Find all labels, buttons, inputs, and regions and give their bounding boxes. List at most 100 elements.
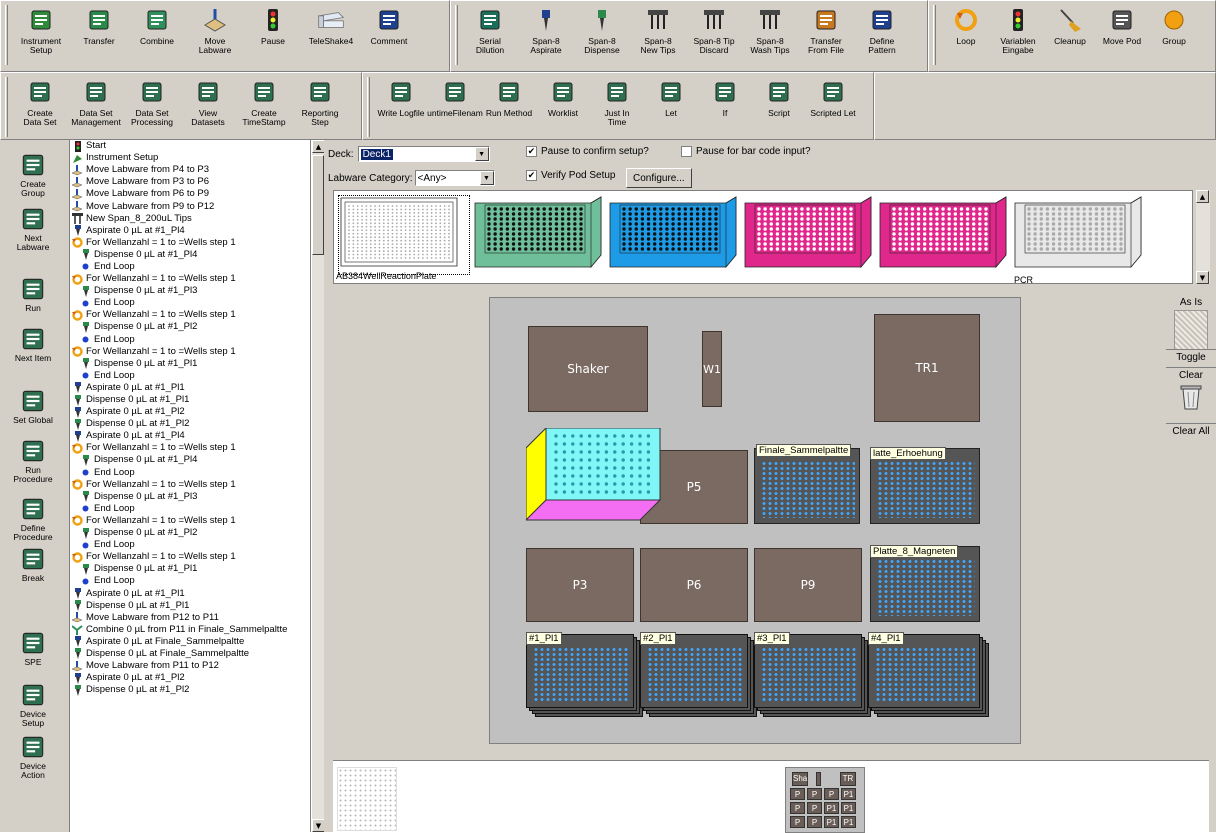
minimap-site[interactable]: P1 [824, 802, 839, 814]
toolbar-button-runtime-filename[interactable]: untimeFilenam [427, 75, 483, 139]
tree-step[interactable]: End Loop [70, 297, 310, 309]
toolbar-button-transfer-file[interactable]: Transfer From File [798, 3, 854, 71]
chevron-down-icon[interactable]: ▼ [474, 147, 489, 161]
sidebar-button-device-setup[interactable]: Device Setup [0, 680, 66, 728]
verify-pod-checkbox[interactable]: ✔ [526, 170, 537, 181]
tree-step[interactable]: Start [70, 140, 310, 152]
minimap-site[interactable]: P1 [841, 788, 856, 800]
tree-step[interactable]: Aspirate 0 µL at #1_Pl2 [70, 672, 310, 684]
toolbar-grip[interactable] [455, 5, 458, 65]
toolbar-button-transfer[interactable]: Transfer [70, 3, 128, 71]
palette-labware-item[interactable] [338, 195, 470, 275]
palette-labware-item[interactable] [1013, 195, 1145, 275]
pause-barcode-checkbox[interactable] [681, 146, 692, 157]
sidebar-button-next-item[interactable]: Next Item [0, 324, 66, 363]
tree-step[interactable]: Dispense 0 µL at #1_Pl2 [70, 527, 310, 539]
minimap-site[interactable]: P1 [841, 802, 856, 814]
verify-pod-option[interactable]: ✔ Verify Pod Setup [526, 170, 616, 181]
scroll-down-arrow-icon[interactable]: ▼ [1196, 271, 1209, 284]
toolbar-button-reporting[interactable]: Reporting Step [292, 75, 348, 139]
plate-stack-top[interactable] [526, 634, 634, 708]
toolbar-button-aspirate[interactable]: Span-8 Aspirate [518, 3, 574, 71]
toolbar-button-just-in-time[interactable]: Just In Time [590, 75, 644, 139]
sidebar-button-set-global[interactable]: Set Global [0, 386, 66, 425]
plate-stack-top[interactable] [868, 634, 980, 708]
tree-scrollbar[interactable]: ▲ ▼ [311, 140, 325, 832]
tree-step[interactable]: For Wellanzahl = 1 to =Wells step 1 [70, 551, 310, 563]
minimap-site[interactable]: P1 [841, 816, 856, 828]
deck-minimap[interactable]: Sha TR P P P P1 P P P1 P1 P P P1 P1 [785, 767, 865, 833]
palette-labware-item[interactable] [473, 195, 605, 275]
tree-step[interactable]: End Loop [70, 503, 310, 515]
tree-step[interactable]: Dispense 0 µL at #1_Pl4 [70, 249, 310, 261]
tree-step[interactable]: Dispense 0 µL at #1_Pl3 [70, 285, 310, 297]
tree-step[interactable]: Dispense 0 µL at Finale_Sammelpaltte [70, 648, 310, 660]
tree-step[interactable]: Move Labware from P3 to P6 [70, 176, 310, 188]
site-w1[interactable]: W1 [702, 331, 722, 407]
tree-step[interactable]: For Wellanzahl = 1 to =Wells step 1 [70, 273, 310, 285]
tree-step[interactable]: Aspirate 0 µL at #1_Pl2 [70, 406, 310, 418]
pause-confirm-checkbox[interactable]: ✔ [526, 146, 537, 157]
labware-category-combo[interactable]: <Any> ▼ [414, 170, 495, 186]
toolbar-button-run-method[interactable]: Run Method [482, 75, 536, 139]
toolbar-button-define-pattern[interactable]: Define Pattern [854, 3, 910, 71]
toolbar-button-script[interactable]: Script [752, 75, 806, 139]
tree-step[interactable]: Dispense 0 µL at #1_Pl2 [70, 684, 310, 696]
sidebar-button-break[interactable]: Break [0, 544, 66, 583]
tree-step[interactable]: End Loop [70, 261, 310, 273]
tree-step[interactable]: Dispense 0 µL at #1_Pl2 [70, 321, 310, 333]
minimap-site[interactable]: P [807, 802, 822, 814]
tree-step[interactable]: For Wellanzahl = 1 to =Wells step 1 [70, 309, 310, 321]
toolbar-grip[interactable] [367, 77, 370, 137]
clear-all-tool[interactable]: Clear All [1166, 423, 1216, 437]
toolbar-button-wash-tips[interactable]: Span-8 Wash Tips [742, 3, 798, 71]
palette-labware-item[interactable] [743, 195, 875, 275]
toolbar-button-comment[interactable]: Comment [360, 3, 418, 71]
toolbar-button-worklist[interactable]: Worklist [536, 75, 590, 139]
toolbar-button-create-dataset[interactable]: Create Data Set [12, 75, 68, 139]
deck-combo[interactable]: Deck1 ▼ [357, 146, 490, 162]
pause-barcode-option[interactable]: Pause for bar code input? [681, 146, 811, 157]
toolbar-button-if[interactable]: If [698, 75, 752, 139]
sidebar-button-define-procedure[interactable]: Define Procedure [0, 494, 66, 542]
tree-step[interactable]: Dispense 0 µL at #1_Pl1 [70, 394, 310, 406]
toolbar-grip[interactable] [5, 5, 8, 65]
scroll-up-arrow-icon[interactable]: ▲ [1196, 190, 1209, 203]
minimap-site[interactable]: P [807, 816, 822, 828]
toolbar-button-teleshake[interactable]: TeleShake4 [302, 3, 360, 71]
tree-step[interactable]: For Wellanzahl = 1 to =Wells step 1 [70, 237, 310, 249]
tree-step[interactable]: Aspirate 0 µL at #1_Pl1 [70, 587, 310, 600]
toolbar-button-dataset-processing[interactable]: Data Set Processing [124, 75, 180, 139]
tree-step[interactable]: Move Labware from P6 to P9 [70, 188, 310, 200]
tree-step[interactable]: For Wellanzahl = 1 to =Wells step 1 [70, 515, 310, 527]
minimap-site[interactable]: TR [840, 772, 856, 786]
toolbar-button-move-pod[interactable]: Move Pod [1096, 3, 1148, 71]
sidebar-button-run-procedure[interactable]: Run Procedure [0, 436, 66, 484]
tree-step[interactable]: For Wellanzahl = 1 to =Wells step 1 [70, 442, 310, 454]
site-shaker[interactable]: Shaker [528, 326, 648, 412]
site-p3[interactable]: P3 [526, 548, 634, 622]
tree-step[interactable]: Dispense 0 µL at #1_Pl1 [70, 563, 310, 575]
selected-3d-plate[interactable] [526, 428, 662, 526]
minimap-site[interactable]: P1 [824, 816, 839, 828]
minimap-site[interactable]: P [790, 788, 805, 800]
plate-stack-top[interactable] [754, 634, 862, 708]
site-p9[interactable]: P9 [754, 548, 862, 622]
tree-step[interactable]: Aspirate 0 µL at #1_Pl4 [70, 225, 310, 237]
toolbar-grip[interactable] [933, 5, 936, 65]
toolbar-button-group[interactable]: Group [1148, 3, 1200, 71]
toolbar-button-tip-discard[interactable]: Span-8 Tip Discard [686, 3, 742, 71]
tree-step[interactable]: Move Labware from P4 to P3 [70, 164, 310, 176]
plate-stack-top[interactable] [640, 634, 748, 708]
sidebar-button-create-group[interactable]: Create Group [0, 150, 66, 198]
toolbar-button-view-datasets[interactable]: View Datasets [180, 75, 236, 139]
palette-labware-item[interactable] [608, 195, 740, 275]
configure-button[interactable]: Configure... [626, 168, 692, 188]
chevron-down-icon[interactable]: ▼ [479, 171, 494, 185]
tree-step[interactable]: New Span_8_200uL Tips [70, 213, 310, 225]
tree-step[interactable]: Move Labware from P9 to P12 [70, 200, 310, 212]
minimap-site[interactable] [816, 772, 821, 786]
tree-step[interactable]: Dispense 0 µL at #1_Pl2 [70, 418, 310, 430]
toolbar-button-instrument-setup[interactable]: Instrument Setup [12, 3, 70, 71]
tree-step[interactable]: End Loop [70, 539, 310, 551]
